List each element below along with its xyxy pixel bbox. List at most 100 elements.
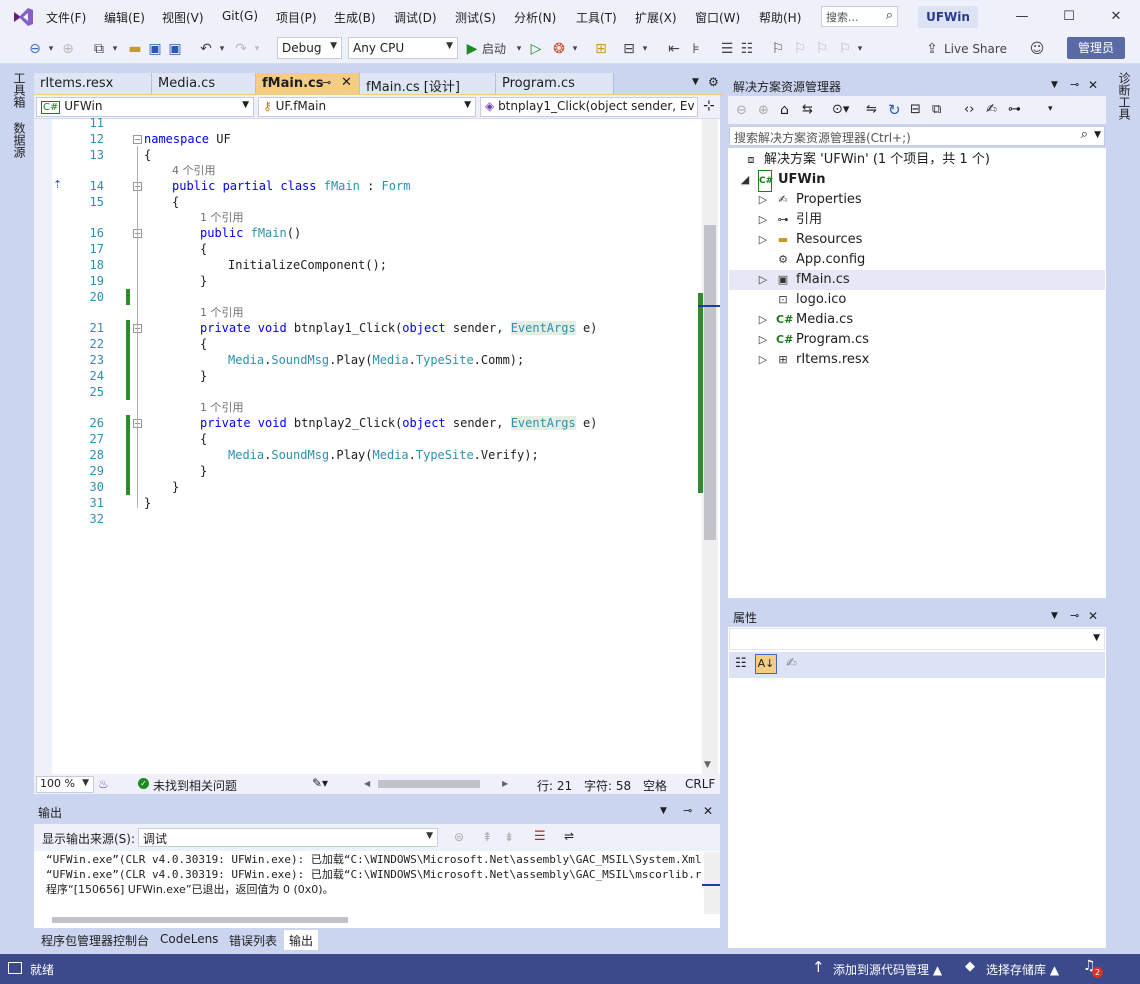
output-source-select[interactable]: 调试 ▼ <box>138 828 438 847</box>
forward-icon[interactable]: ⊕ <box>758 103 769 118</box>
line-ending-indicator[interactable]: CRLF <box>685 777 715 791</box>
toolbar-overflow-icon[interactable]: ▾ <box>1048 104 1053 114</box>
minimize-icon[interactable]: — <box>1008 6 1036 28</box>
uncomment-icon[interactable]: ☷ <box>738 40 756 58</box>
solution-name-badge[interactable]: UFWin <box>918 6 978 28</box>
tree-solution[interactable]: ⧈ 解决方案 'UFWin' (1 个项目，共 1 个) <box>744 150 990 170</box>
property-pages-wrench-icon[interactable]: ✍ <box>786 656 797 671</box>
intellicode-icon[interactable]: ♨ <box>98 777 109 791</box>
implementation-glyph-icon[interactable]: ⇡ <box>53 178 62 191</box>
browse-dropdown-icon[interactable]: ▾ <box>640 40 650 58</box>
search-input[interactable]: 搜索... ⌕ <box>821 6 898 27</box>
output-horizontal-scrollbar-thumb[interactable] <box>52 917 348 923</box>
prev-message-icon[interactable]: ⇞ <box>482 830 492 844</box>
close-icon[interactable]: ✕ <box>1088 78 1098 92</box>
menu-view[interactable]: 视图(V) <box>162 9 204 27</box>
switch-views-icon[interactable]: ⇆ <box>802 102 813 117</box>
start-play-icon[interactable]: ▶ <box>464 40 480 58</box>
start-without-debug-icon[interactable]: ▷ <box>528 40 544 58</box>
codelens-refs[interactable]: 1 个引用 <box>200 209 244 225</box>
redo-icon[interactable]: ↷ <box>232 40 250 58</box>
next-message-icon[interactable]: ⇟ <box>504 830 514 844</box>
scroll-left-icon[interactable]: ◀ <box>364 779 370 788</box>
pin-icon[interactable]: ⊸ <box>322 76 331 89</box>
sync-icon[interactable]: ⇋ <box>866 102 877 117</box>
undo-dropdown-icon[interactable]: ▾ <box>217 40 227 58</box>
tab-ritems-resx[interactable]: rItems.resx <box>34 73 152 95</box>
tab-fmain-cs[interactable]: fMain.cs ⊸ ✕ <box>256 73 360 95</box>
line-indicator[interactable]: 行: 21 <box>537 777 572 794</box>
back-icon[interactable]: ⊖ <box>26 40 44 58</box>
comment-icon[interactable]: ☰ <box>718 40 736 58</box>
menu-project[interactable]: 项目(P) <box>276 9 317 27</box>
split-editor-icon[interactable]: ⊹ <box>703 98 715 114</box>
close-icon[interactable]: ✕ <box>703 804 713 818</box>
data-sources-tab[interactable]: 数据源 <box>11 122 28 158</box>
forward-icon[interactable]: ⊕ <box>60 40 76 58</box>
close-icon[interactable]: ✕ <box>1088 609 1098 623</box>
hot-reload-dropdown-icon[interactable]: ▾ <box>570 40 580 58</box>
menu-git[interactable]: Git(G) <box>222 9 258 27</box>
menu-test[interactable]: 测试(S) <box>455 9 496 27</box>
tree-item-references[interactable]: ▷ ⊶ 引用 <box>758 210 822 230</box>
member-nav-select[interactable]: ◈ btnplay1_Click(object sender, Ev <box>480 97 698 117</box>
tab-codelens[interactable]: CodeLens <box>155 930 224 950</box>
tab-program-cs[interactable]: Program.cs <box>496 73 614 95</box>
word-wrap-icon[interactable]: ⇌ <box>564 829 574 843</box>
new-project-icon[interactable]: ⧉ <box>90 40 108 58</box>
tab-package-manager-console[interactable]: 程序包管理器控制台 <box>36 930 155 950</box>
hot-reload-icon[interactable]: ❂ <box>550 40 568 58</box>
panel-menu-icon[interactable]: ▼ <box>1051 80 1058 90</box>
menu-extensions[interactable]: 扩展(X) <box>635 9 677 27</box>
undo-icon[interactable]: ↶ <box>197 40 215 58</box>
maximize-icon[interactable]: ☐ <box>1055 6 1083 28</box>
prev-bookmark-icon[interactable]: ⚐ <box>792 40 808 58</box>
panel-menu-icon[interactable]: ▼ <box>660 806 667 816</box>
whitespace-indicator[interactable]: 空格 <box>643 777 667 794</box>
next-bookmark-icon[interactable]: ⚐ <box>814 40 830 58</box>
codelens-refs[interactable]: 4 个引用 <box>172 162 216 178</box>
cleanup-brush-icon[interactable]: ✎▾ <box>312 776 328 790</box>
refresh-icon[interactable]: ↻ <box>888 101 901 119</box>
menu-edit[interactable]: 编辑(E) <box>104 9 145 27</box>
tree-item-media-cs[interactable]: ▷ C# Media.cs <box>758 310 853 330</box>
collapse-icon[interactable]: − <box>133 135 142 144</box>
scrollbar-thumb[interactable] <box>704 225 716 540</box>
diagnostic-tools-tab[interactable]: 诊断工具 <box>1116 72 1133 120</box>
tree-item-fmain-cs[interactable]: ▷ ▣ fMain.cs <box>729 270 1105 290</box>
menu-file[interactable]: 文件(F) <box>46 9 86 27</box>
menu-analyze[interactable]: 分析(N) <box>514 9 556 27</box>
menu-build[interactable]: 生成(B) <box>334 9 376 27</box>
select-repository-button[interactable]: 选择存储库 ▲ <box>986 961 1059 978</box>
close-icon[interactable]: ✕ <box>1102 6 1130 28</box>
save-all-icon[interactable]: ▣ <box>166 40 184 58</box>
codelens-refs[interactable]: 1 个引用 <box>200 304 244 320</box>
admin-badge[interactable]: 管理员 <box>1067 37 1125 59</box>
output-vertical-scrollbar[interactable] <box>704 852 720 914</box>
tree-item-ritems-resx[interactable]: ▷ ⊞ rItems.resx <box>758 350 870 370</box>
back-icon[interactable]: ⊖ <box>736 103 747 118</box>
tab-media-cs[interactable]: Media.cs <box>152 73 256 95</box>
tab-fmain-designer[interactable]: fMain.cs [设计] <box>360 73 496 95</box>
tree-project[interactable]: ◢ C# UFWin <box>740 170 826 192</box>
toolbox-tab[interactable]: 工具箱 <box>11 72 28 108</box>
clear-all-icon[interactable]: ☰ <box>534 829 546 844</box>
tree-item-program-cs[interactable]: ▷ C# Program.cs <box>758 330 869 350</box>
pin-icon[interactable]: ⊸ <box>1070 78 1079 91</box>
solution-search-input[interactable]: 搜索解决方案资源管理器(Ctrl+;) ⌕ ▼ <box>729 126 1105 146</box>
class-nav-select[interactable]: ⚷ UF.fMain ▼ <box>258 97 476 117</box>
tab-list-dropdown-icon[interactable]: ▼ <box>692 77 699 87</box>
object-select[interactable]: ▼ <box>729 628 1105 650</box>
redo-dropdown-icon[interactable]: ▾ <box>252 40 262 58</box>
open-folder-icon[interactable]: ▬ <box>126 40 144 58</box>
find-message-icon[interactable]: ⊜ <box>454 830 464 844</box>
show-all-files-icon[interactable]: ⧉ <box>932 102 941 117</box>
live-share-button[interactable]: Live Share <box>944 40 1014 58</box>
menu-tools[interactable]: 工具(T) <box>576 9 617 27</box>
menu-debug[interactable]: 调试(D) <box>394 9 437 27</box>
codelens-refs[interactable]: 1 个引用 <box>200 399 244 415</box>
tree-item-logo-ico[interactable]: ⊡ logo.ico <box>776 290 846 310</box>
preview-icon[interactable]: ⊶ <box>1008 102 1021 117</box>
properties-wrench-icon[interactable]: ✍ <box>986 102 997 117</box>
menu-help[interactable]: 帮助(H) <box>759 9 801 27</box>
